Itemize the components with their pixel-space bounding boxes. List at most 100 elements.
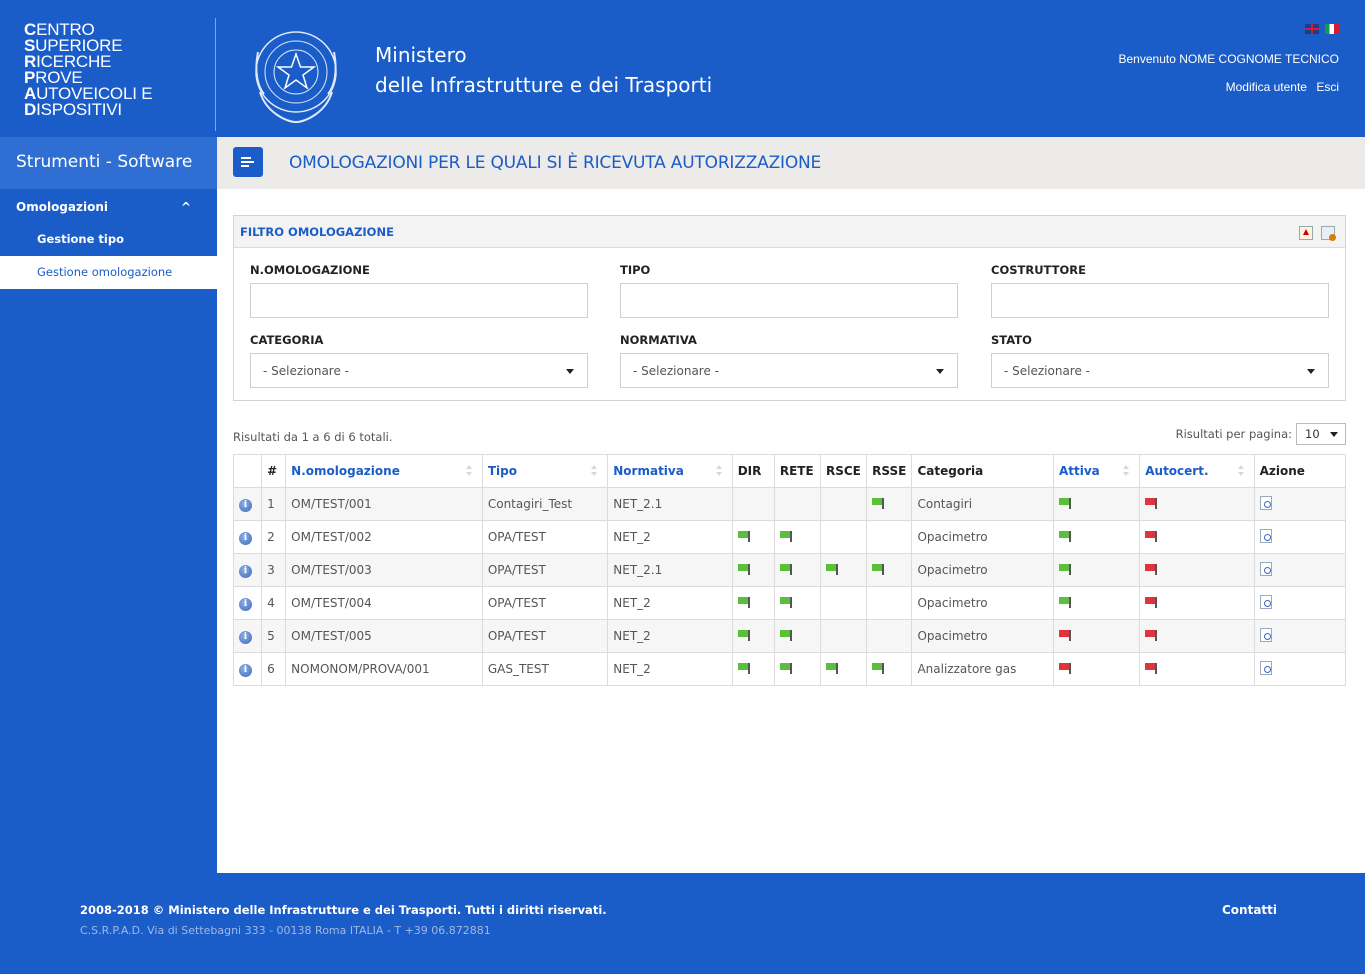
dir-cell	[731, 652, 775, 686]
table-row: i 2 OM/TEST/002 OPA/TEST NET_2 Opacimetro	[232, 520, 1347, 554]
autocert-cell	[1139, 652, 1255, 686]
header-rsse: RSSE	[866, 454, 913, 488]
header-attiva[interactable]: Attiva	[1052, 454, 1141, 488]
view-detail-icon[interactable]	[1259, 627, 1272, 642]
label-normativa: NORMATIVA	[620, 333, 697, 347]
page-title: OMOLOGAZIONI PER LE QUALI SI È RICEVUTA …	[289, 153, 822, 173]
chevron-up-icon: ^	[180, 200, 191, 214]
info-icon[interactable]: i	[239, 598, 252, 611]
export-icon[interactable]	[1321, 226, 1336, 241]
info-icon[interactable]: i	[239, 532, 252, 545]
red-flag-icon	[1058, 663, 1071, 674]
green-flag-icon	[1058, 564, 1071, 575]
view-detail-icon[interactable]	[1259, 561, 1272, 576]
categoria-cell: Opacimetro	[911, 520, 1054, 554]
row-number: 5	[261, 619, 287, 653]
header-info	[232, 454, 263, 488]
collapse-filter-icon[interactable]	[1299, 226, 1313, 240]
header-autocert[interactable]: Autocert.	[1139, 454, 1255, 488]
header-tipo[interactable]: Tipo	[481, 454, 609, 488]
view-detail-icon[interactable]	[1259, 495, 1272, 510]
results-table: # N.omologazione Tipo Normativa DIR RETE…	[232, 454, 1347, 686]
attiva-cell	[1052, 553, 1141, 587]
header-n-omologazione[interactable]: N.omologazione	[285, 454, 483, 488]
sidebar-item-gestione-omologazione[interactable]: Gestione omologazione	[0, 256, 217, 289]
info-icon[interactable]: i	[239, 565, 252, 578]
azione-cell	[1253, 586, 1347, 620]
normativa-cell: NET_2	[607, 652, 733, 686]
sidebar-section-omologazioni[interactable]: Omologazioni ^	[0, 189, 217, 223]
header-divider	[215, 18, 216, 131]
view-detail-icon[interactable]	[1259, 660, 1272, 675]
header-normativa[interactable]: Normativa	[607, 454, 733, 488]
green-flag-icon	[779, 630, 792, 641]
tipo-input[interactable]	[620, 283, 958, 318]
normativa-cell: NET_2	[607, 619, 733, 653]
green-flag-icon	[1058, 597, 1071, 608]
contacts-link[interactable]: Contatti	[1222, 903, 1277, 917]
info-icon[interactable]: i	[239, 664, 252, 677]
rsse-cell	[866, 652, 913, 686]
normativa-cell: NET_2	[607, 586, 733, 620]
per-page-select[interactable]: 10	[1296, 423, 1346, 445]
info-icon[interactable]: i	[239, 499, 252, 512]
per-page-control: Risultati per pagina: 10	[1176, 423, 1346, 445]
header-rete: RETE	[773, 454, 821, 488]
rsce-cell	[819, 487, 868, 521]
green-flag-icon	[1058, 531, 1071, 542]
green-flag-icon	[825, 564, 838, 575]
language-switcher	[1119, 24, 1339, 34]
rsce-cell	[819, 553, 868, 587]
categoria-cell: Contagiri	[911, 487, 1054, 521]
autocert-cell	[1139, 619, 1255, 653]
edit-user-link[interactable]: Modifica utente	[1226, 80, 1307, 94]
azione-cell	[1253, 487, 1347, 521]
normativa-select[interactable]: - Selezionare -	[620, 353, 958, 388]
info-icon[interactable]: i	[239, 631, 252, 644]
user-area: Benvenuto NOME COGNOME TECNICO Modifica …	[1119, 24, 1339, 94]
table-row: i 4 OM/TEST/004 OPA/TEST NET_2 Opacimetro	[232, 586, 1347, 620]
categoria-cell: Opacimetro	[911, 586, 1054, 620]
rsse-cell	[866, 619, 913, 653]
filter-title: FILTRO OMOLOGAZIONE	[234, 216, 1345, 248]
uk-flag-icon[interactable]	[1305, 24, 1319, 34]
logout-link[interactable]: Esci	[1316, 80, 1339, 94]
azione-cell	[1253, 520, 1347, 554]
costruttore-input[interactable]	[991, 283, 1329, 318]
header-rsce: RSCE	[819, 454, 868, 488]
green-flag-icon	[779, 597, 792, 608]
filter-panel: FILTRO OMOLOGAZIONE N.OMOLOGAZIONE TIPO …	[233, 215, 1346, 401]
red-flag-icon	[1058, 630, 1071, 641]
row-number: 3	[261, 553, 287, 587]
italy-flag-icon[interactable]	[1325, 24, 1339, 34]
view-detail-icon[interactable]	[1259, 594, 1272, 609]
sidebar-item-gestione-tipo[interactable]: Gestione tipo	[0, 223, 217, 256]
info-cell: i	[232, 520, 263, 554]
menu-line-icon	[241, 165, 249, 167]
stato-select[interactable]: - Selezionare -	[991, 353, 1329, 388]
results-info: Risultati da 1 a 6 di 6 totali.	[233, 430, 393, 444]
sidebar-section-label: Omologazioni	[16, 200, 108, 214]
n-omologazione-input[interactable]	[250, 283, 588, 318]
title-bar: OMOLOGAZIONI PER LE QUALI SI È RICEVUTA …	[217, 137, 1365, 189]
n-omologazione-cell: OM/TEST/003	[285, 553, 483, 587]
tipo-cell: OPA/TEST	[481, 619, 609, 653]
footer-copyright: 2008-2018 © Ministero delle Infrastruttu…	[80, 903, 607, 917]
table-header-row: # N.omologazione Tipo Normativa DIR RETE…	[232, 454, 1347, 488]
categoria-select[interactable]: - Selezionare -	[250, 353, 588, 388]
n-omologazione-cell: OM/TEST/004	[285, 586, 483, 620]
normativa-cell: NET_2	[607, 520, 733, 554]
label-n-omologazione: N.OMOLOGAZIONE	[250, 263, 370, 277]
csrpad-logo[interactable]: CENTRO SUPERIORE RICERCHE PROVE AUTOVEIC…	[24, 21, 199, 118]
rsse-cell	[866, 553, 913, 587]
info-cell: i	[232, 586, 263, 620]
n-omologazione-cell: OM/TEST/001	[285, 487, 483, 521]
rsse-cell	[866, 520, 913, 554]
table-row: i 5 OM/TEST/005 OPA/TEST NET_2 Opacimetro	[232, 619, 1347, 653]
categoria-cell: Opacimetro	[911, 619, 1054, 653]
view-detail-icon[interactable]	[1259, 528, 1272, 543]
menu-toggle-button[interactable]	[233, 147, 263, 177]
categoria-cell: Analizzatore gas	[911, 652, 1054, 686]
republic-emblem-icon	[255, 31, 337, 124]
rsse-cell	[866, 487, 913, 521]
